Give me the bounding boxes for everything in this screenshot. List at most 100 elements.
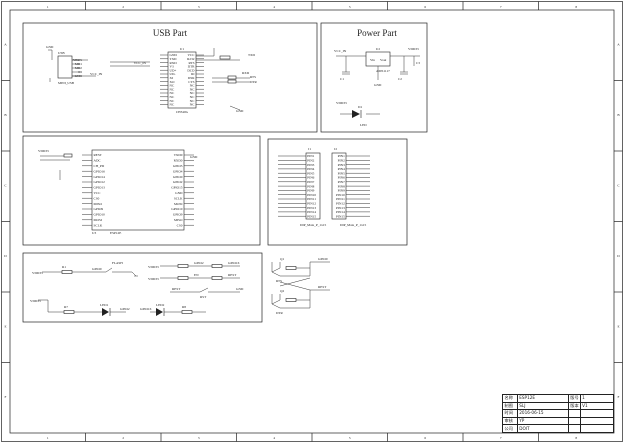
frame-row-label: F (618, 395, 620, 399)
pin-label: MOSI (174, 202, 183, 206)
pin-label: NC (170, 103, 175, 107)
pin-label: GPIO10 (171, 207, 183, 211)
svg-text:VDD33: VDD33 (32, 271, 43, 275)
title-block-cell: V1 (579, 402, 613, 410)
pin-label: MISO (174, 218, 183, 222)
title-block-cell: DOIT (516, 425, 568, 432)
title-block-cell: 公司 (504, 425, 513, 431)
power-led: VDD33 D1 LED (336, 101, 380, 127)
frame-col-label: 8 (575, 436, 577, 440)
ch340-ic: CH340G U1 GNDTXDRXDV3UD+UD-XIXONCNCNCNCN… (110, 47, 258, 114)
pin-label: GPIO10 (94, 213, 106, 217)
svg-text:GPIO2: GPIO2 (194, 261, 204, 265)
frame-col-label: 8 (575, 5, 577, 9)
svg-text:TXD: TXD (248, 53, 256, 57)
pin-label: CH_PD (94, 164, 105, 168)
svg-text:LED: LED (360, 123, 367, 127)
pin-label: GPIO13 (94, 186, 106, 190)
pin-label: MOSI (94, 218, 103, 222)
svg-text:VCC_IN: VCC_IN (334, 49, 347, 53)
svg-text:VDD33: VDD33 (148, 265, 159, 269)
title-block-row: 制图 SLJ 版本 V1 (503, 401, 613, 410)
svg-text:C3: C3 (416, 61, 420, 65)
svg-text:USB: USB (58, 51, 65, 55)
auto-reset-transistors: Q1 Q2 GPIO0 REST RTS DTR (271, 257, 330, 315)
frame-row-label: F (5, 395, 7, 399)
svg-text:DIP_Male_P_1x15: DIP_Male_P_1x15 (300, 223, 326, 227)
frame-col-label: 1 (47, 5, 49, 9)
frame-col-label: 7 (500, 436, 502, 440)
title-block-cell: YP (516, 417, 568, 425)
svg-text:DTR: DTR (276, 311, 284, 315)
pin-label: REST (94, 153, 103, 157)
svg-text:J2: J2 (334, 147, 337, 151)
svg-text:GND: GND (236, 287, 244, 291)
frame-col-label: 2 (122, 436, 124, 440)
svg-text:LED2: LED2 (156, 303, 165, 307)
svg-text:Q2: Q2 (280, 289, 284, 293)
frame-row-label: B (617, 113, 620, 117)
title-block-cell: 版号 (567, 395, 580, 402)
svg-text:Q1: Q1 (280, 257, 284, 261)
svg-text:U3: U3 (92, 231, 96, 235)
usb-connector: USB VBUSMD1MD2IDGND GND VCC_IN MINI_USB (46, 45, 103, 85)
svg-text:REST: REST (318, 285, 327, 289)
frame-row-label: B (4, 113, 7, 117)
pin-label: GPIO2 (173, 180, 183, 184)
title-block-cell: 时间 (504, 410, 513, 416)
frame-col-label: 3 (198, 436, 200, 440)
pin-label: SCLK (174, 196, 183, 200)
frame-col-label: 3 (198, 5, 200, 9)
svg-text:R7: R7 (64, 305, 68, 309)
svg-text:U1: U1 (180, 47, 184, 51)
pin-label: ADC (94, 159, 102, 163)
title-block-row: 时间 2016-06-15 (503, 409, 613, 417)
title-block-cell (567, 410, 580, 417)
svg-text:DTR: DTR (250, 80, 258, 84)
frame-col-label: 4 (273, 436, 275, 440)
frame-col-label: 2 (122, 5, 124, 9)
regulator: U2 Vin Vout AMS1117 VCC_IN VDD33 GND C1 … (334, 47, 420, 87)
svg-text:VCC_IN: VCC_IN (90, 72, 103, 76)
pin-label: GPIO4 (173, 169, 183, 173)
svg-text:GPIO0: GPIO0 (92, 267, 102, 271)
frame-row-label: A (4, 42, 7, 46)
title-block-cell (567, 425, 580, 432)
pin-label: TXD0 (174, 153, 183, 157)
svg-text:FLASH: FLASH (112, 261, 123, 265)
svg-text:VDD33: VDD33 (408, 47, 419, 51)
svg-text:GND: GND (190, 155, 198, 159)
schematic: 1 1 2 2 3 3 4 4 5 5 6 6 7 7 8 8 A A B B C C D D E E F F USB Part US… (1, 1, 623, 442)
svg-text:GPIO0: GPIO0 (318, 257, 328, 261)
title-block-row: 审核 YP (503, 416, 613, 425)
svg-text:RTS: RTS (250, 75, 256, 79)
io-circuits: VDD33 GPIO0 R1 FLASH VDD33 VDD33 GPIO2 E… (30, 261, 244, 316)
frame-row-label: C (617, 183, 620, 187)
pin-label: NC (190, 103, 195, 107)
svg-text:GPIO16: GPIO16 (140, 307, 152, 311)
pin-label: GPIO15 (171, 186, 183, 190)
svg-text:EN: EN (194, 273, 199, 277)
svg-text:R1: R1 (62, 265, 66, 269)
title-block-cell: 审核 (504, 417, 513, 423)
title-block-cell: 制图 (504, 402, 513, 408)
svg-text:VDD33: VDD33 (336, 101, 347, 105)
svg-text:Vin: Vin (370, 58, 375, 62)
frame-row-label: D (4, 254, 7, 258)
frame-col-label: 5 (349, 5, 351, 9)
svg-text:C1: C1 (340, 77, 344, 81)
svg-text:VDD33: VDD33 (30, 299, 41, 303)
frame-row-label: C (4, 183, 7, 187)
pin-label: MISO (94, 202, 103, 206)
io-part-box (22, 252, 263, 323)
title-block-cell (579, 417, 613, 425)
svg-text:J1: J1 (308, 147, 311, 151)
title-block-cell (579, 425, 613, 432)
frame-row-label: D (617, 254, 620, 258)
svg-text:GPIO2: GPIO2 (120, 307, 130, 311)
title-block-cell: 1 (579, 395, 613, 402)
pin-label: GPIO16 (94, 169, 106, 173)
frame-col-label: 6 (424, 436, 426, 440)
svg-text:VCC_IN: VCC_IN (134, 61, 147, 65)
title-block-cell: 名称 (504, 395, 513, 401)
